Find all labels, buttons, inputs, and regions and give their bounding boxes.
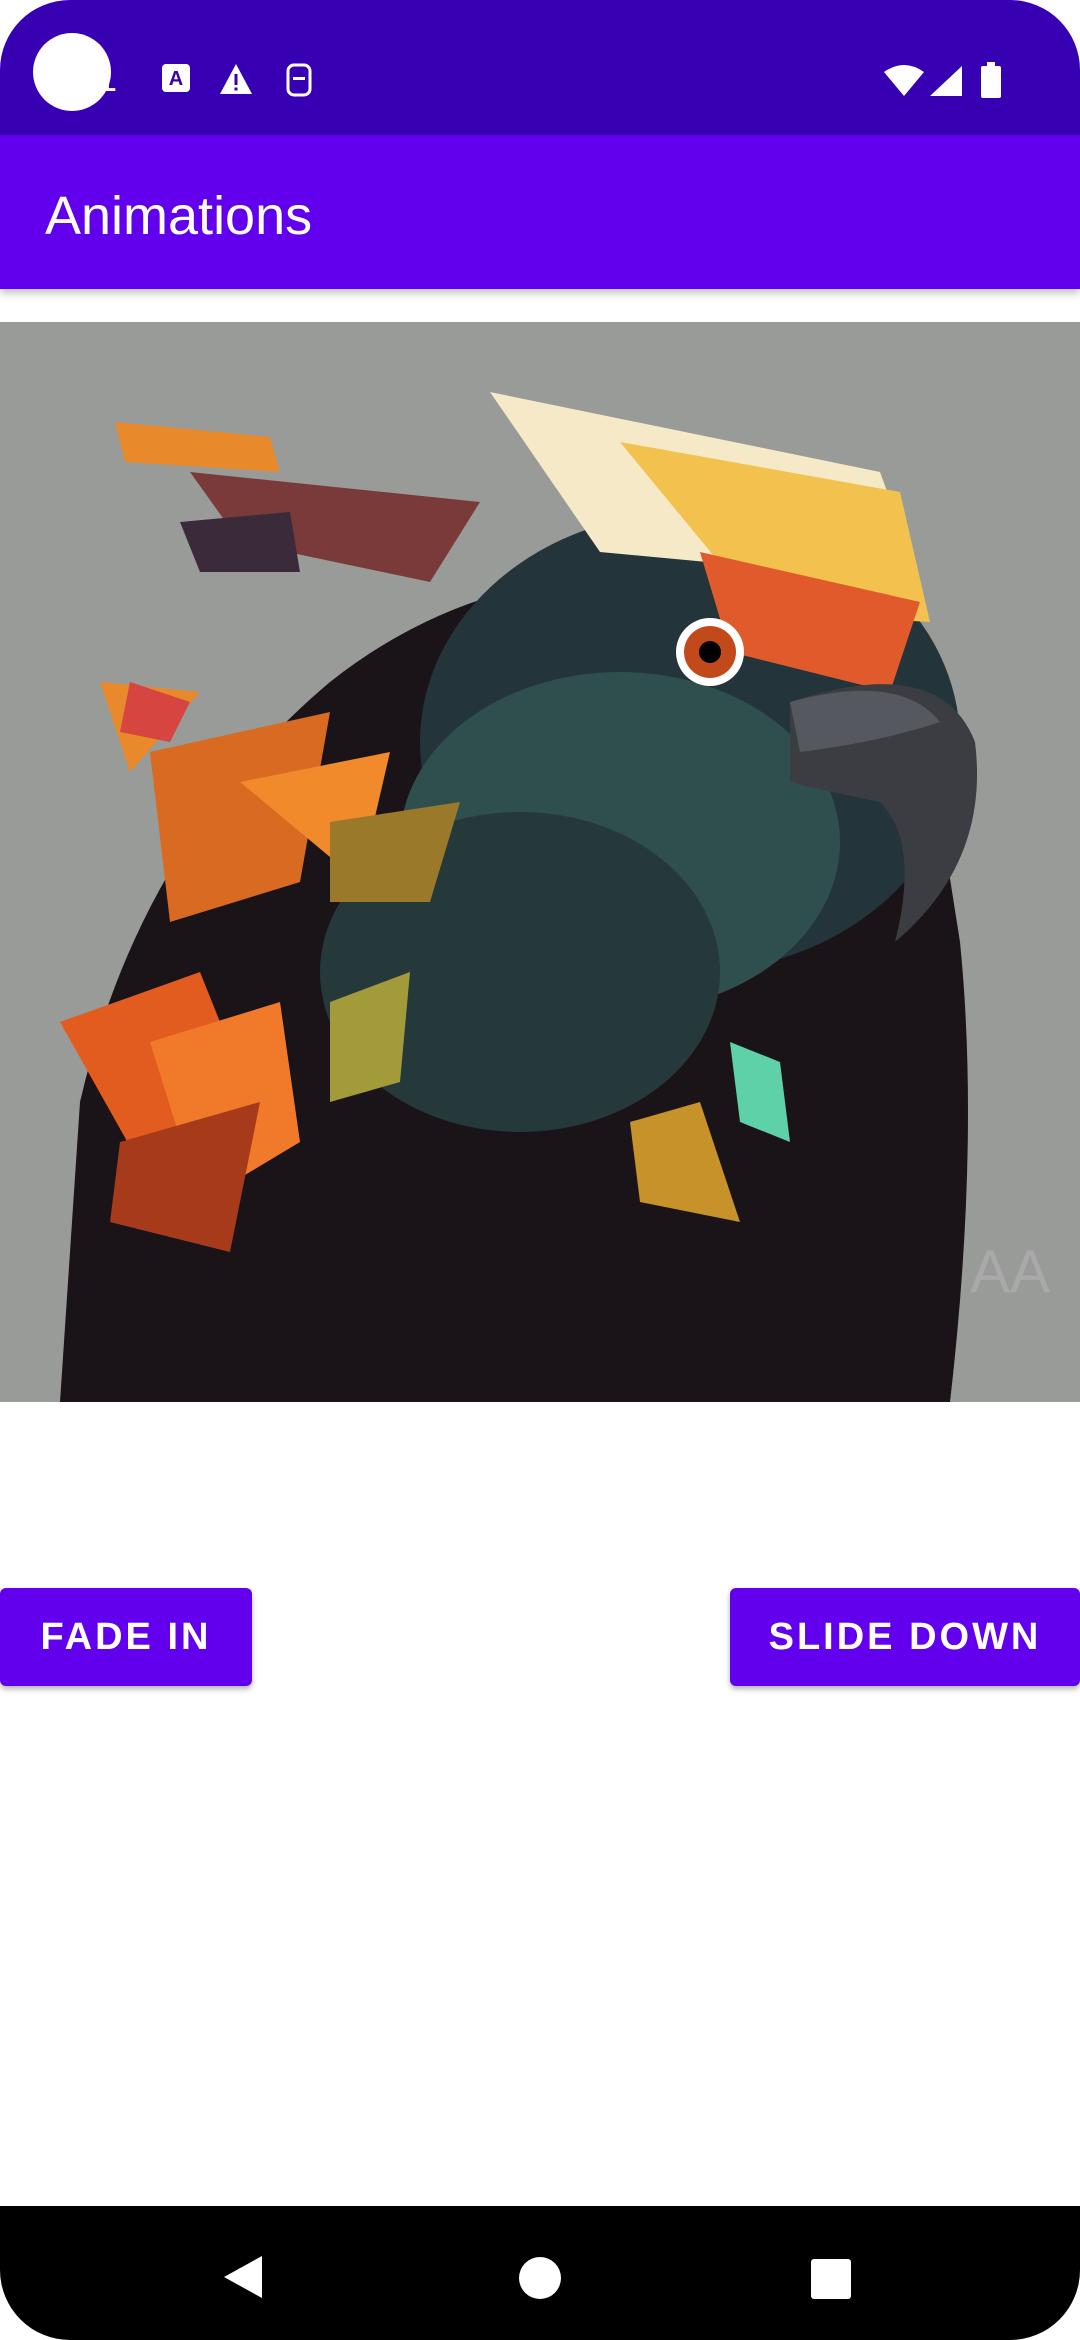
warning-icon (218, 62, 254, 101)
wifi-icon (882, 64, 926, 103)
recents-icon[interactable] (810, 2258, 852, 2305)
navigation-bar (0, 2206, 1080, 2340)
slide-down-button[interactable]: SLIDE DOWN (730, 1588, 1080, 1686)
parrot-illustration: AA (0, 322, 1080, 1402)
fade-in-button[interactable]: FADE IN (0, 1588, 252, 1686)
page-title: Animations (45, 186, 313, 246)
parrot-image: AA (0, 322, 1080, 1402)
notification-count: 1 (96, 58, 118, 100)
svg-text:A: A (169, 68, 183, 90)
sim-icon (284, 62, 314, 103)
home-icon[interactable] (518, 2256, 562, 2305)
signal-icon (928, 64, 964, 103)
back-icon[interactable] (222, 2254, 264, 2305)
status-bar: 1 A (0, 0, 1080, 135)
battery-icon (980, 62, 1002, 103)
watermark-text: AA (970, 1238, 1050, 1305)
text-a-icon: A (160, 62, 192, 99)
app-bar: Animations (0, 135, 1080, 289)
